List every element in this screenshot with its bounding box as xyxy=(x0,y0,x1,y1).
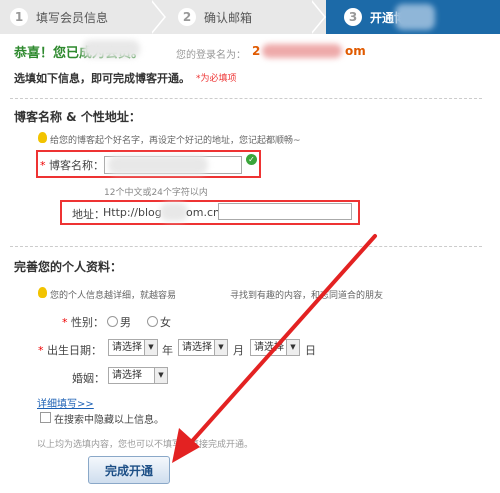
annotation-arrow xyxy=(172,234,377,463)
